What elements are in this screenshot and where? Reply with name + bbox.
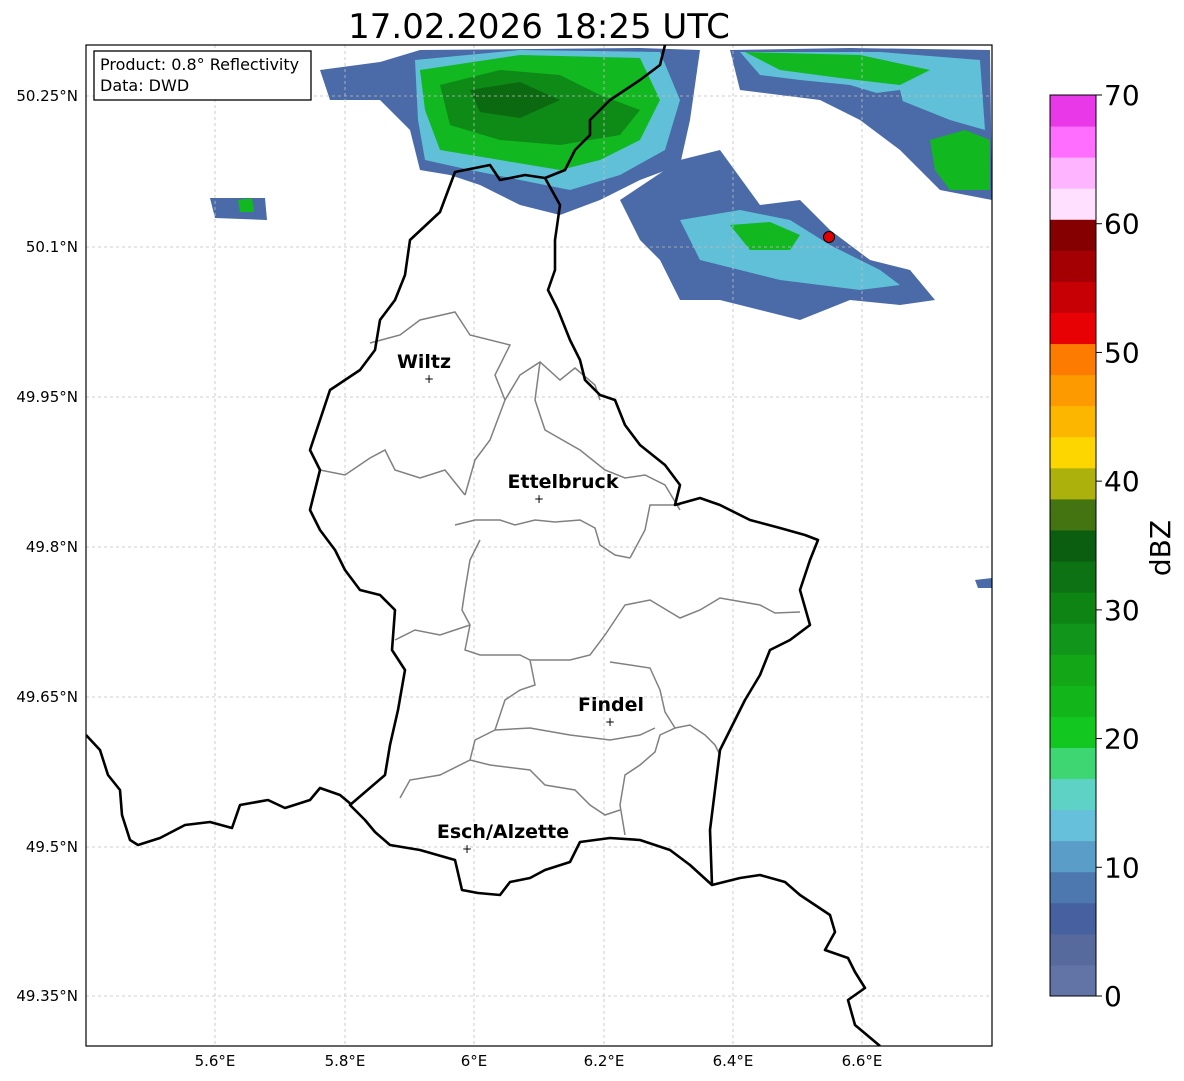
colorbar-label: dBZ bbox=[1144, 520, 1177, 576]
colorbar-tick-label: 50 bbox=[1104, 336, 1140, 369]
colorbar-swatch bbox=[1050, 747, 1096, 780]
lat-tick-label: 49.95°N bbox=[16, 388, 78, 406]
colorbar-tick-label: 20 bbox=[1104, 723, 1140, 756]
colorbar-swatch bbox=[1050, 436, 1096, 469]
colorbar-tick-label: 70 bbox=[1104, 79, 1140, 112]
colorbar-swatch bbox=[1050, 902, 1096, 935]
colorbar-swatch bbox=[1050, 529, 1096, 562]
colorbar-swatch bbox=[1050, 498, 1096, 531]
colorbar-tick-label: 10 bbox=[1104, 851, 1140, 884]
city-marker-icon: + bbox=[534, 492, 544, 506]
city-marker-icon: + bbox=[605, 715, 615, 729]
latitude-axis: 50.25°N 50.1°N 49.95°N 49.8°N 49.65°N 49… bbox=[16, 87, 78, 1005]
colorbar-swatch bbox=[1050, 188, 1096, 220]
lat-tick-label: 49.65°N bbox=[16, 688, 78, 706]
lon-tick-label: 5.6°E bbox=[195, 1052, 236, 1070]
colorbar-swatches bbox=[1050, 95, 1096, 997]
city-marker-icon: + bbox=[462, 842, 472, 856]
colorbar-tick-label: 30 bbox=[1104, 594, 1140, 627]
lon-tick-label: 6°E bbox=[461, 1052, 488, 1070]
map-plot-area: Product: 0.8° Reflectivity Data: DWD Wil… bbox=[85, 44, 993, 1047]
colorbar: 0 10 20 30 40 50 60 70 dBZ bbox=[1049, 79, 1177, 1013]
colorbar-swatch bbox=[1050, 623, 1096, 655]
colorbar-swatch bbox=[1050, 592, 1096, 624]
colorbar-swatch bbox=[1050, 281, 1096, 313]
info-source-text: Data: DWD bbox=[100, 76, 189, 95]
lon-tick-label: 6.4°E bbox=[713, 1052, 754, 1070]
colorbar-swatch bbox=[1050, 374, 1096, 407]
radar-site-marker bbox=[823, 231, 835, 243]
lat-tick-label: 49.5°N bbox=[26, 838, 78, 856]
echo-cell-west-core bbox=[238, 198, 254, 212]
colorbar-tick-label: 0 bbox=[1104, 980, 1122, 1013]
colorbar-ticks: 0 10 20 30 40 50 60 70 bbox=[1096, 79, 1140, 1013]
colorbar-swatch bbox=[1050, 405, 1096, 438]
lat-tick-label: 50.1°N bbox=[26, 238, 78, 256]
colorbar-swatch bbox=[1050, 778, 1096, 811]
map-title: 17.02.2026 18:25 UTC bbox=[348, 7, 730, 47]
radar-map: 17.02.2026 18:25 UTC Product: 0.8° Refle… bbox=[16, 7, 1177, 1070]
lon-tick-label: 6.6°E bbox=[842, 1052, 883, 1070]
colorbar-swatch bbox=[1050, 343, 1096, 376]
lat-tick-label: 50.25°N bbox=[16, 87, 78, 105]
colorbar-swatch bbox=[1050, 809, 1096, 842]
lat-tick-label: 49.35°N bbox=[16, 987, 78, 1005]
colorbar-swatch bbox=[1050, 95, 1096, 127]
colorbar-swatch bbox=[1050, 157, 1096, 189]
colorbar-swatch bbox=[1050, 219, 1096, 251]
lon-tick-label: 5.8°E bbox=[325, 1052, 366, 1070]
city-label: Wiltz bbox=[397, 351, 451, 373]
lon-tick-label: 6.2°E bbox=[584, 1052, 625, 1070]
city-label: Ettelbruck bbox=[508, 471, 619, 493]
colorbar-swatch bbox=[1050, 871, 1096, 904]
colorbar-tick-label: 60 bbox=[1104, 208, 1140, 241]
colorbar-swatch bbox=[1050, 561, 1096, 593]
colorbar-tick-label: 40 bbox=[1104, 465, 1140, 498]
city-label: Findel bbox=[578, 694, 644, 716]
colorbar-swatch bbox=[1050, 716, 1096, 748]
colorbar-swatch bbox=[1050, 840, 1096, 873]
colorbar-swatch bbox=[1050, 126, 1096, 158]
colorbar-swatch bbox=[1050, 685, 1096, 717]
colorbar-swatch bbox=[1050, 933, 1096, 966]
colorbar-swatch bbox=[1050, 654, 1096, 686]
product-info-box: Product: 0.8° Reflectivity Data: DWD bbox=[93, 50, 312, 101]
city-label: Esch/Alzette bbox=[437, 821, 569, 843]
colorbar-swatch bbox=[1050, 312, 1096, 345]
colorbar-swatch bbox=[1050, 964, 1096, 997]
lat-tick-label: 49.8°N bbox=[26, 538, 78, 556]
colorbar-swatch bbox=[1050, 250, 1096, 282]
colorbar-swatch bbox=[1050, 467, 1096, 500]
longitude-axis: 5.6°E 5.8°E 6°E 6.2°E 6.4°E 6.6°E bbox=[195, 1052, 883, 1070]
info-product-text: Product: 0.8° Reflectivity bbox=[100, 55, 299, 74]
city-marker-icon: + bbox=[424, 372, 434, 386]
